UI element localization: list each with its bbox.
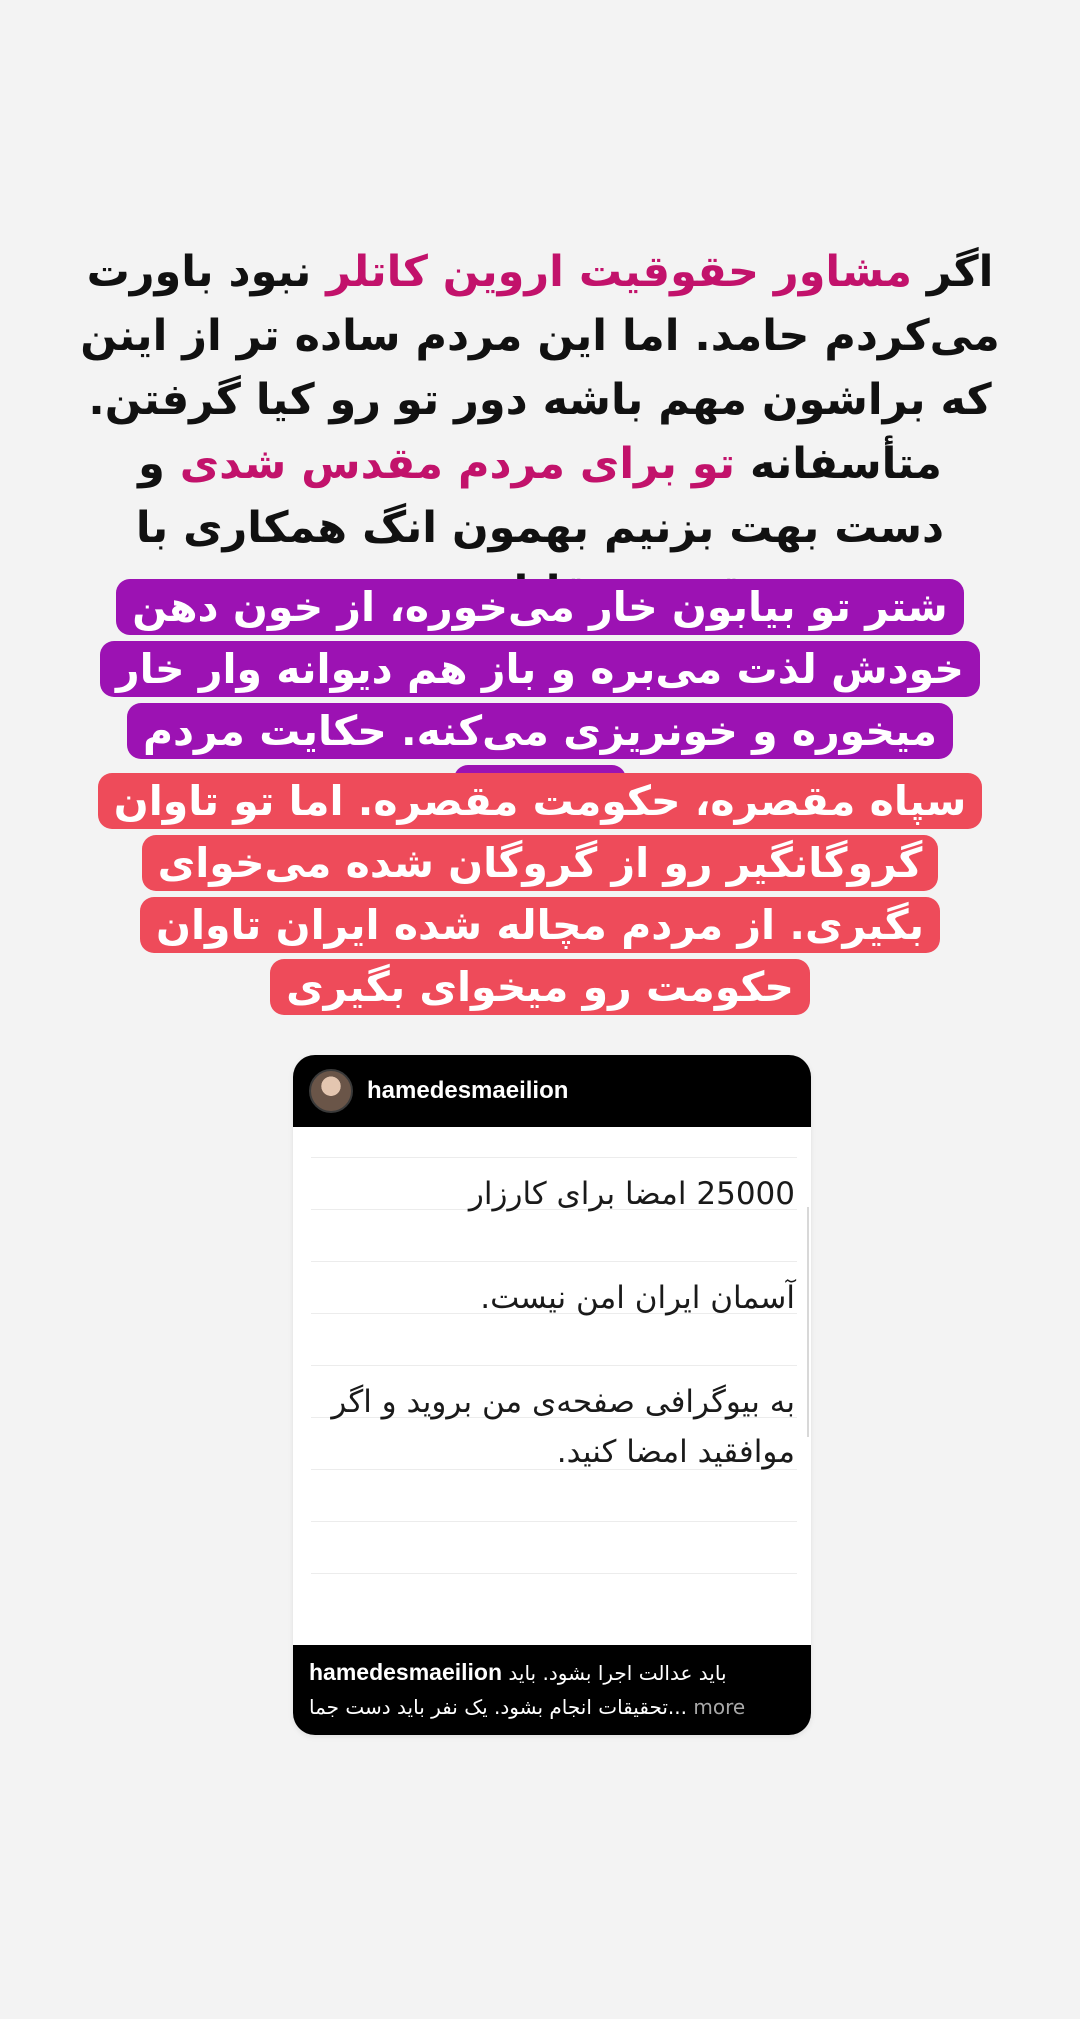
post-header[interactable]: hamedesmaeilion: [293, 1055, 811, 1127]
post-caption[interactable]: hamedesmaeilion باید عدالت اجرا بشود. با…: [293, 1645, 811, 1735]
shared-post-card[interactable]: hamedesmaeilion 25000 امضا برای کارزار آ…: [293, 1055, 811, 1735]
post-body-line-2: آسمان ایران امن نیست.: [480, 1280, 795, 1316]
post-body-line-1: 25000 امضا برای کارزار: [468, 1176, 795, 1212]
ruled-line: [311, 1261, 797, 1262]
caption-text-2: تحقیقات انجام بشود. یک نفر باید دست جما.…: [309, 1695, 687, 1719]
user-avatar-icon[interactable]: [309, 1069, 353, 1113]
headline-highlight-1: مشاور حقوقیت اروین کاتلر: [326, 247, 912, 297]
headline-part-1: اگر: [911, 247, 994, 297]
ruled-line: [311, 1521, 797, 1522]
post-username[interactable]: hamedesmaeilion: [367, 1077, 568, 1105]
ruled-line: [311, 1157, 797, 1158]
caption-username[interactable]: hamedesmaeilion: [309, 1659, 502, 1685]
caption-text-1: باید عدالت اجرا بشود. باید: [508, 1661, 727, 1685]
caption-line-2: تحقیقات انجام بشود. یک نفر باید دست جما.…: [309, 1690, 795, 1724]
red-block-text: سپاه مقصره، حکومت مقصره. اما تو تاوان گر…: [97, 773, 983, 1015]
ruled-line: [311, 1365, 797, 1366]
paper-edge: [807, 1207, 809, 1437]
red-highlight-block: سپاه مقصره، حکومت مقصره. اما تو تاوان گر…: [90, 770, 990, 1018]
post-image: 25000 امضا برای کارزار آسمان ایران امن ن…: [293, 1127, 811, 1659]
story-canvas: اگر مشاور حقوقیت اروین کاتلر نبود باورت …: [0, 0, 1080, 2019]
story-headline-text: اگر مشاور حقوقیت اروین کاتلر نبود باورت …: [80, 240, 1000, 624]
caption-line-1: hamedesmaeilion باید عدالت اجرا بشود. با…: [309, 1655, 795, 1690]
ruled-line: [311, 1573, 797, 1574]
headline-highlight-2: تو برای مردم مقدس شدی: [179, 439, 736, 489]
caption-more-link[interactable]: more: [693, 1695, 745, 1719]
post-body-line-3: به بیوگرافی صفحه‌ی من بروید و اگر موافقی…: [331, 1384, 795, 1470]
